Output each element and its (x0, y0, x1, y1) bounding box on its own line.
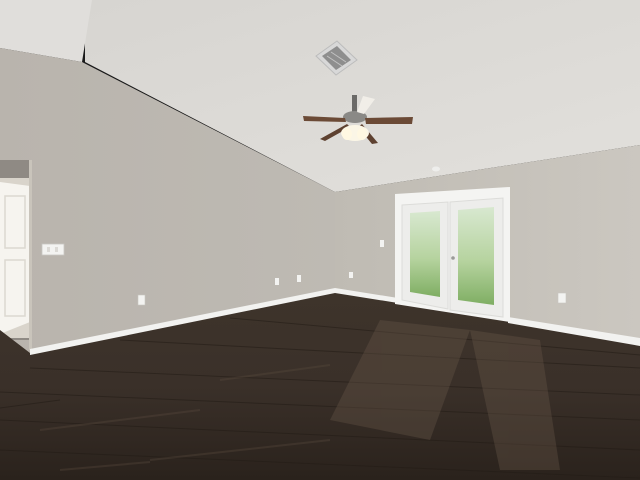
wall-outlet-mid-1 (275, 278, 279, 285)
smoke-detector (432, 166, 440, 172)
light-switch-1[interactable] (47, 247, 50, 252)
door-handle[interactable] (451, 256, 455, 260)
fan-light-bulb-1 (342, 128, 352, 140)
wall-outlet-left (137, 294, 146, 306)
wall-outlet-door-upper (380, 240, 384, 247)
wall-outlet-door-left (349, 272, 353, 278)
fan-blade-right (365, 117, 413, 124)
light-switch-plate[interactable] (41, 243, 65, 256)
fan-light-bulb-2 (357, 128, 367, 140)
hallway-frame (29, 160, 32, 350)
fan-downrod (352, 95, 357, 113)
french-door-left-glass (410, 211, 440, 297)
wall-outlet-mid-2 (297, 275, 301, 282)
french-door-right-glass (458, 207, 494, 305)
light-switch-2[interactable] (55, 247, 58, 252)
wall-outlet-right (557, 292, 567, 304)
empty-room-photo (0, 0, 640, 480)
room-illustration (0, 0, 640, 480)
